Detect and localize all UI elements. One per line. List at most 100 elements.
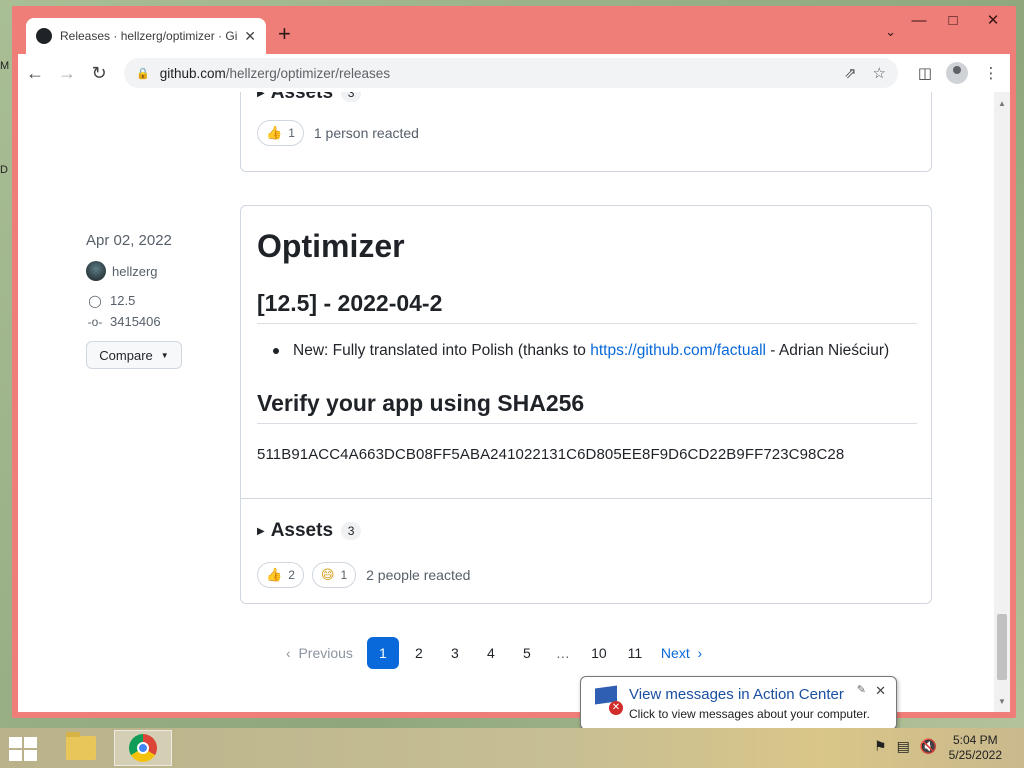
thumbs-up-icon: 👍 <box>266 567 283 582</box>
compare-label: Compare <box>99 347 153 363</box>
assets-toggle[interactable]: ▶ Assets 3 <box>257 92 362 104</box>
taskbar-chrome-button[interactable] <box>114 730 172 766</box>
page-button[interactable]: 11 <box>619 637 651 669</box>
reaction-count: 1 <box>288 126 295 140</box>
side-panel-icon[interactable]: ◫ <box>910 64 940 82</box>
caret-down-icon: ▼ <box>160 350 169 360</box>
action-center-flag-icon: ✕ <box>591 685 623 717</box>
page-button[interactable]: 4 <box>475 637 507 669</box>
previous-label: Previous <box>298 645 353 661</box>
desktop-icon-label[interactable]: M <box>0 60 9 72</box>
chrome-icon <box>129 734 157 762</box>
tag-link[interactable]: ◯ 12.5 <box>86 293 206 308</box>
next-page-button[interactable]: Next › <box>661 637 702 669</box>
tab-title: Releases · hellzerg/optimizer · Gi <box>60 29 238 43</box>
reload-button[interactable]: ↻ <box>84 58 114 88</box>
maximize-button[interactable]: □ <box>936 6 970 34</box>
window-controls: — □ ✕ <box>902 6 1016 36</box>
laugh-icon: 😄 <box>320 567 335 582</box>
reaction-thumbs-up[interactable]: 👍 1 <box>257 120 304 146</box>
assets-count: 3 <box>341 522 362 540</box>
page-gap: … <box>555 645 570 661</box>
network-icon[interactable]: ▤ <box>897 738 910 755</box>
menu-kebab-icon[interactable]: ⋮ <box>976 64 1006 82</box>
reactions-bar: 👍 1 1 person reacted <box>257 120 419 146</box>
author-avatar <box>86 261 106 281</box>
release-date: Apr 02, 2022 <box>86 232 172 249</box>
action-center-tray-icon[interactable]: ⚑ <box>874 738 887 755</box>
url-text[interactable]: github.com/hellzerg/optimizer/releases <box>160 66 828 81</box>
system-clock[interactable]: 5:04 PM 5/25/2022 <box>949 733 1002 763</box>
close-window-button[interactable]: ✕ <box>970 6 1016 34</box>
changelog-suffix: - Adrian Nieściur) <box>765 342 890 359</box>
author-name[interactable]: hellzerg <box>112 264 158 279</box>
tag-icon: ◯ <box>88 293 102 308</box>
balloon-subtitle: Click to view messages about your comput… <box>629 707 870 721</box>
address-bar[interactable]: 🔒 github.com/hellzerg/optimizer/releases… <box>124 58 898 88</box>
browser-tab[interactable]: Releases · hellzerg/optimizer · Gi ✕ <box>26 18 266 54</box>
page-button[interactable]: 2 <box>403 637 435 669</box>
changelog-item: New: Fully translated into Polish (thank… <box>273 342 889 360</box>
bookmark-star-icon[interactable]: ☆ <box>873 64 886 82</box>
compare-button[interactable]: Compare ▼ <box>86 341 182 369</box>
commit-link[interactable]: -o- 3415406 <box>86 314 206 329</box>
page-content: ▶ Assets 3 👍 1 1 person reacted Apr 02, … <box>18 92 1010 712</box>
page-button[interactable]: 3 <box>439 637 471 669</box>
minimize-button[interactable]: — <box>902 6 936 34</box>
changelog-prefix: New: Fully translated into Polish (thank… <box>293 342 591 359</box>
previous-release-card: ▶ Assets 3 👍 1 1 person reacted <box>240 92 932 172</box>
taskbar: ⚑ ▤ 🔇 5:04 PM 5/25/2022 <box>0 728 1024 768</box>
url-host: github.com <box>159 65 226 81</box>
share-icon[interactable]: ⇗ <box>844 64 857 82</box>
balloon-title[interactable]: View messages in Action Center <box>629 686 844 703</box>
action-center-balloon[interactable]: ✕ View messages in Action Center Click t… <box>580 676 897 745</box>
start-button-windows-icon[interactable] <box>8 736 40 762</box>
scroll-down-arrow-icon[interactable]: ▼ <box>994 694 1010 710</box>
assets-label: Assets <box>270 520 334 541</box>
scrollbar-thumb[interactable] <box>997 614 1007 680</box>
page-button[interactable]: 5 <box>511 637 543 669</box>
scroll-up-arrow-icon[interactable]: ▲ <box>994 96 1010 112</box>
reaction-laugh[interactable]: 😄 1 <box>311 562 357 588</box>
taskbar-explorer-button[interactable] <box>52 730 110 766</box>
balloon-options-icon[interactable]: ✎ <box>857 683 866 696</box>
clock-time: 5:04 PM <box>952 733 998 747</box>
back-button[interactable]: ← <box>20 58 50 88</box>
author-link[interactable]: hellzerg <box>86 261 206 281</box>
page-button[interactable]: 10 <box>583 637 615 669</box>
commit-sha[interactable]: 3415406 <box>110 314 161 329</box>
volume-muted-icon[interactable]: 🔇 <box>920 738 937 755</box>
page-scrollbar[interactable]: ▲ ▼ <box>994 92 1010 712</box>
tab-search-chevron-icon[interactable]: ⌄ <box>885 24 896 40</box>
version-heading: [12.5] - 2022-04-2 <box>257 290 917 324</box>
github-icon <box>36 28 52 44</box>
profile-avatar-icon[interactable] <box>946 62 968 84</box>
next-label: Next <box>660 645 690 661</box>
page-button[interactable]: 1 <box>366 637 399 669</box>
folder-icon <box>66 732 96 760</box>
release-sidebar: Apr 02, 2022 hellzerg ◯ 12.5 -o- 3415406… <box>86 232 206 369</box>
system-tray: ⚑ ▤ 🔇 <box>874 738 947 755</box>
assets-toggle[interactable]: ▶ Assets 3 <box>257 520 362 542</box>
verify-heading: Verify your app using SHA256 <box>257 390 917 424</box>
forward-button[interactable]: → <box>52 58 82 88</box>
changelog-text: New: Fully translated into Polish (thank… <box>293 342 889 360</box>
previous-page-button[interactable]: ‹ Previous <box>286 637 357 669</box>
thumbs-up-icon: 👍 <box>266 125 283 140</box>
close-tab-icon[interactable]: ✕ <box>244 28 256 45</box>
reaction-thumbs-up[interactable]: 👍 2 <box>257 562 304 588</box>
new-tab-button[interactable]: + <box>278 22 291 46</box>
assets-label: Assets <box>270 92 334 103</box>
reaction-count: 2 <box>288 568 295 582</box>
desktop-icon-label[interactable]: D <box>0 164 8 176</box>
lock-icon[interactable]: 🔒 <box>136 67 150 80</box>
balloon-close-icon[interactable]: ✕ <box>875 683 886 699</box>
tag-name[interactable]: 12.5 <box>110 293 135 308</box>
contributor-link[interactable]: https://github.com/factuall <box>590 342 766 359</box>
commit-icon: -o- <box>87 314 103 329</box>
triangle-right-icon: ▶ <box>257 525 265 537</box>
bullet-dot <box>273 348 279 354</box>
browser-window: — □ ✕ Releases · hellzerg/optimizer · Gi… <box>12 6 1016 718</box>
release-title[interactable]: Optimizer <box>257 228 405 265</box>
sha256-hash: 511B91ACC4A663DCB08FF5ABA241022131C6D805… <box>257 446 845 463</box>
